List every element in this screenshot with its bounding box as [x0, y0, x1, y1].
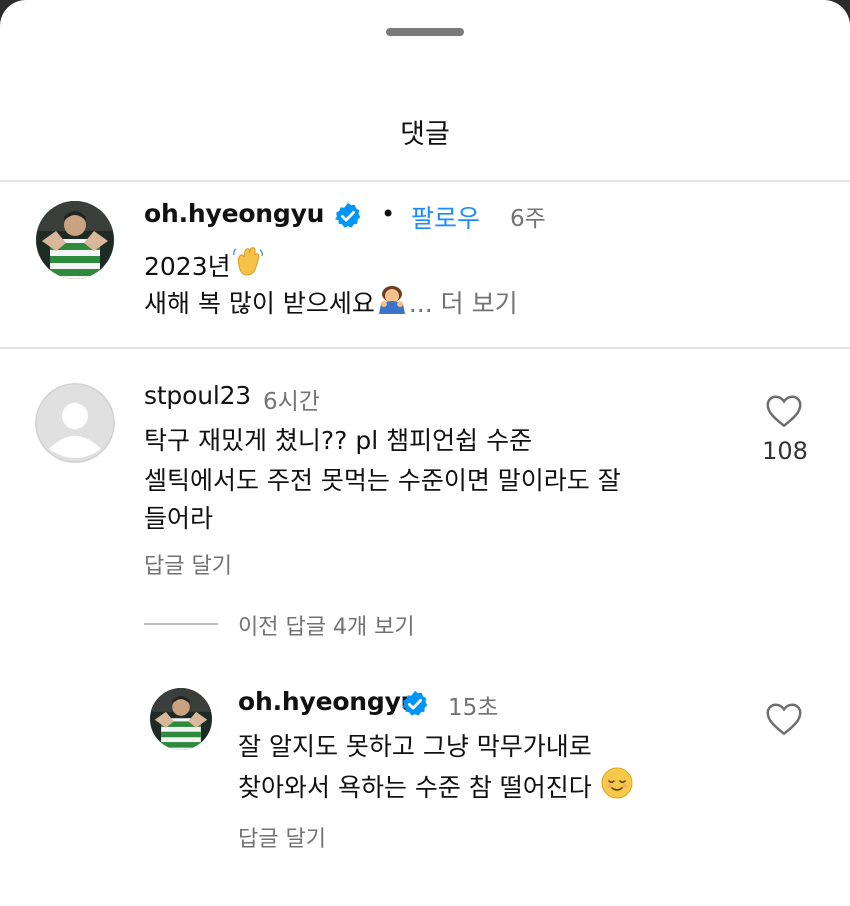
verified-badge-icon	[335, 202, 361, 228]
comment-like-count: 108	[762, 437, 808, 465]
follow-button[interactable]: 팔로우	[411, 199, 480, 235]
separator-dot: •	[381, 200, 396, 228]
reply-author-avatar[interactable]	[150, 688, 212, 750]
relieved-face-emoji	[601, 767, 633, 799]
reply-line-1: 잘 알지도 못하고 그냥 막무가내로	[238, 732, 592, 761]
caption-ellipsis: ...	[408, 289, 433, 318]
reply-time: 15초	[448, 695, 499, 721]
see-more-link[interactable]: 더 보기	[441, 289, 518, 318]
commenter-username[interactable]: stpoul23	[144, 381, 251, 410]
comment-line-2: 셀틱에서도 주전 못먹는 수준이면 말이라도 잘	[144, 466, 621, 495]
verified-badge-icon	[402, 690, 428, 716]
comment-reply-button[interactable]: 답글 달기	[144, 548, 232, 580]
bowing-person-emoji	[378, 286, 405, 314]
post-author-avatar[interactable]	[36, 201, 114, 279]
view-previous-replies-button[interactable]: 이전 답글 4개 보기	[238, 609, 415, 641]
reply-author-username[interactable]: oh.hyeongyu	[238, 687, 418, 716]
post-time: 6주	[510, 206, 546, 232]
comment-time: 6시간	[263, 389, 320, 415]
header-divider	[0, 180, 850, 182]
comments-sheet: 댓글 oh.hyeongyu • 팔로우 6주 2023년 새해 복 많이 받으…	[0, 0, 850, 906]
drag-handle[interactable]	[386, 28, 464, 36]
post-caption-greeting: 새해 복 많이 받으세요	[144, 289, 375, 318]
post-author-username[interactable]: oh.hyeongyu	[144, 199, 324, 228]
post-caption-year: 2023년	[144, 252, 231, 281]
post-caption-line-2: 새해 복 많이 받으세요 ... 더 보기	[144, 282, 518, 325]
default-avatar-icon[interactable]	[35, 383, 115, 463]
heart-icon[interactable]	[765, 394, 803, 428]
comment-line-3: 들어라	[144, 504, 214, 533]
heart-icon[interactable]	[765, 702, 803, 736]
reply-reply-button[interactable]: 답글 달기	[238, 821, 326, 853]
comment-line-1: 탁구 재밌게 쳤니?? pl 챔피언쉽 수준	[144, 426, 533, 455]
waving-hand-emoji	[232, 247, 263, 276]
view-replies-line	[144, 623, 218, 625]
reply-line-2-text: 찾아와서 욕하는 수준 참 떨어진다	[238, 773, 592, 802]
reply-line-2: 찾아와서 욕하는 수준 참 떨어진다	[238, 766, 634, 809]
sheet-title: 댓글	[400, 119, 450, 150]
caption-divider	[0, 347, 850, 349]
